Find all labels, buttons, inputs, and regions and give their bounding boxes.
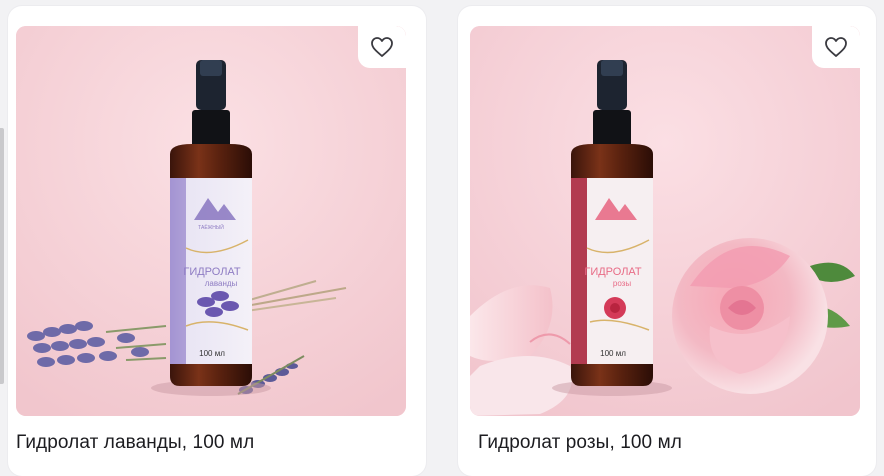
product-card-rose[interactable]: ГИДРОЛАТ розы 100 мл Гидролат розы, 100 … [458,6,876,476]
bottle-label-sub: розы [613,279,631,288]
bottle-label-sub: лаванды [205,279,238,288]
lavender-photo: ТАЁЖНЫЙ ГИДРОЛАТ лаванды 100 мл [16,26,406,416]
bottle-label-heading: ГИДРОЛАТ [183,266,241,278]
scrollbar-edge[interactable] [0,128,4,384]
favorite-button[interactable] [358,26,406,68]
bottle-volume: 100 мл [600,349,626,358]
heart-outline-icon [371,37,393,57]
favorite-button[interactable] [812,26,860,68]
product-image-rose[interactable]: ГИДРОЛАТ розы 100 мл [470,26,860,416]
heart-outline-icon [825,37,847,57]
product-card-lavender[interactable]: ТАЁЖНЫЙ ГИДРОЛАТ лаванды 100 мл Гидролат… [8,6,426,476]
product-image-lavender[interactable]: ТАЁЖНЫЙ ГИДРОЛАТ лаванды 100 мл [16,26,406,416]
svg-text:ТАЁЖНЫЙ: ТАЁЖНЫЙ [198,223,224,231]
rose-photo: ГИДРОЛАТ розы 100 мл [470,26,860,416]
bottle-volume: 100 мл [199,349,225,358]
product-title[interactable]: Гидролат лаванды, 100 мл [16,432,254,454]
product-title[interactable]: Гидролат розы, 100 мл [478,432,682,454]
bottle-label-heading: ГИДРОЛАТ [584,266,642,278]
